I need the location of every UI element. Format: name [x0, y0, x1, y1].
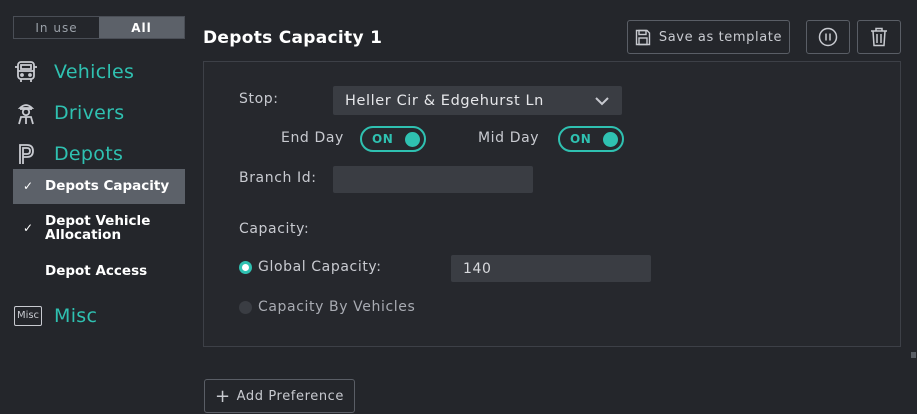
- filter-in-use-option[interactable]: In use: [14, 17, 99, 38]
- global-capacity-input[interactable]: 140: [451, 255, 651, 282]
- capacity-by-vehicles-label: Capacity By Vehicles: [258, 299, 416, 315]
- nav-depot-access[interactable]: Depot Access: [13, 264, 185, 284]
- chevron-down-icon: [595, 96, 609, 105]
- capacity-by-vehicles-radio[interactable]: Capacity By Vehicles: [239, 299, 415, 315]
- add-preference-label: Add Preference: [236, 388, 345, 404]
- page-title: Depots Capacity 1: [203, 28, 383, 48]
- mid-day-label: Mid Day: [478, 130, 540, 146]
- end-day-toggle[interactable]: ON: [360, 126, 426, 152]
- pause-icon: [818, 27, 838, 47]
- radio-unselected-icon: [239, 300, 252, 314]
- misc-icon: Misc: [12, 303, 44, 329]
- nav-misc-label: Misc: [54, 305, 98, 327]
- nav-depots[interactable]: Depots: [12, 141, 123, 167]
- nav-depot-vehicle-allocation[interactable]: ✓ Depot Vehicle Allocation: [13, 214, 185, 248]
- nav-item-label: Depot Access: [45, 263, 148, 279]
- nav-drivers[interactable]: Drivers: [12, 100, 124, 126]
- nav-item-label: Depot Vehicle Allocation: [45, 213, 151, 243]
- trash-icon: [871, 27, 887, 47]
- pause-button[interactable]: [806, 20, 850, 54]
- check-icon: ✓: [23, 221, 34, 235]
- nav-misc[interactable]: Misc Misc: [12, 303, 97, 329]
- misc-icon-label: Misc: [13, 306, 43, 326]
- nav-item-label: Depots Capacity: [45, 178, 170, 194]
- filter-all-option[interactable]: All: [99, 17, 184, 38]
- toggle-knob: [603, 131, 618, 147]
- end-day-label: End Day: [281, 130, 344, 146]
- driver-icon: [12, 100, 40, 126]
- delete-button[interactable]: [857, 20, 901, 54]
- save-as-template-label: Save as template: [658, 29, 783, 45]
- branch-id-label: Branch Id:: [239, 170, 317, 186]
- global-capacity-radio[interactable]: Global Capacity:: [239, 259, 382, 275]
- nav-depots-label: Depots: [54, 143, 124, 165]
- bus-icon: [12, 59, 40, 85]
- save-icon: [635, 29, 651, 45]
- scrollbar-thumb[interactable]: [911, 352, 916, 358]
- nav-depots-capacity[interactable]: ✓ Depots Capacity: [13, 169, 185, 204]
- toggle-knob: [405, 131, 420, 147]
- nav-vehicles-label: Vehicles: [54, 61, 135, 83]
- stop-select-value: Heller Cir & Edgehurst Ln: [345, 92, 544, 109]
- radio-selected-icon: [239, 260, 252, 274]
- global-capacity-label: Global Capacity:: [258, 259, 382, 275]
- add-preference-button[interactable]: + Add Preference: [204, 379, 355, 413]
- branch-id-input[interactable]: [333, 166, 533, 193]
- check-icon: ✓: [23, 179, 34, 193]
- mid-day-toggle[interactable]: ON: [558, 126, 624, 152]
- nav-drivers-label: Drivers: [54, 102, 125, 124]
- nav-vehicles[interactable]: Vehicles: [12, 59, 134, 85]
- plus-icon: +: [214, 385, 231, 407]
- stop-label: Stop:: [239, 91, 279, 107]
- end-day-toggle-state: ON: [372, 132, 394, 146]
- usage-filter-toggle: In use All: [13, 16, 185, 39]
- parking-icon: [12, 141, 40, 167]
- sidebar: In use All Vehicles Drivers Depots ✓ Dep…: [0, 0, 190, 414]
- mid-day-toggle-state: ON: [570, 132, 592, 146]
- save-as-template-button[interactable]: Save as template: [627, 20, 790, 54]
- stop-select[interactable]: Heller Cir & Edgehurst Ln: [333, 86, 622, 115]
- capacity-label: Capacity:: [239, 221, 310, 237]
